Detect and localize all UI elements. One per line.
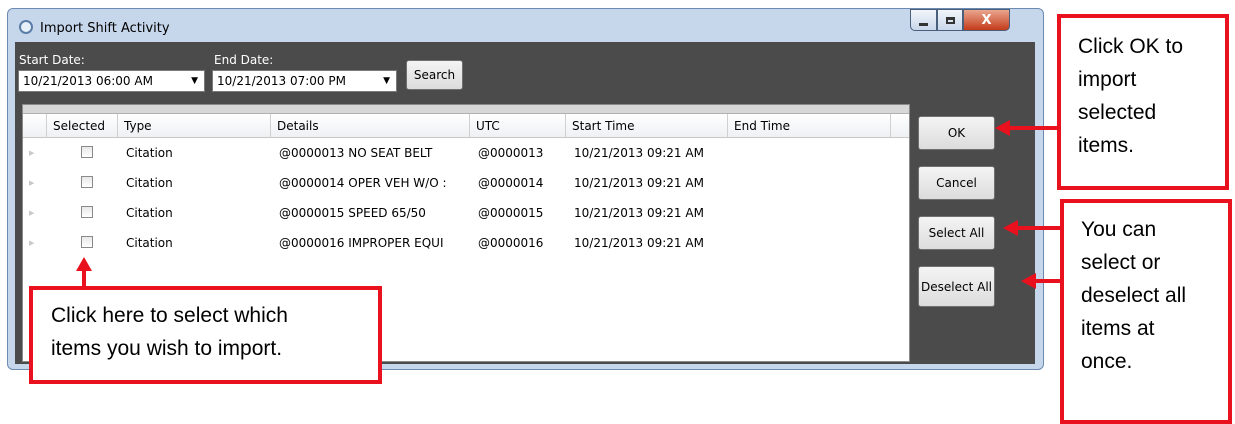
callout-line: Click here to select which	[51, 304, 288, 327]
cell-details: @0000013 NO SEAT BELT	[279, 146, 433, 160]
row-indicator-icon: ▶	[29, 179, 35, 187]
cell-utc: @0000014	[478, 176, 544, 190]
end-date-value: 10/21/2013 07:00 PM	[217, 74, 346, 88]
cell-utc: @0000015	[478, 206, 544, 220]
callout-line: You can	[1081, 218, 1157, 241]
callout-line: items at	[1081, 317, 1155, 340]
column-header-selected[interactable]: Selected	[47, 114, 118, 138]
cell-type: Citation	[126, 146, 173, 160]
cell-utc: @0000016	[478, 236, 544, 250]
minimize-button[interactable]	[910, 9, 937, 31]
cell-start-time: 10/21/2013 09:21 AM	[574, 206, 704, 220]
cell-type: Citation	[126, 236, 173, 250]
table-row[interactable]: ▶ Citation @0000015 SPEED 65/50 @0000015…	[23, 198, 909, 228]
callout-line: Click OK to	[1078, 35, 1184, 58]
chevron-down-icon: ▼	[383, 76, 390, 86]
start-date-value: 10/21/2013 06:00 AM	[23, 74, 153, 88]
cell-details: @0000016 IMPROPER EQUI	[279, 236, 444, 250]
cell-details: @0000014 OPER VEH W/O :	[279, 176, 447, 190]
close-icon: X	[981, 12, 992, 28]
cell-type: Citation	[126, 176, 173, 190]
row-indicator-icon: ▶	[29, 149, 35, 157]
ok-callout: Click OK to import selected items.	[1057, 14, 1229, 190]
start-date-select[interactable]: 10/21/2013 06:00 AM ▼	[18, 70, 205, 92]
callout-line: items you wish to import.	[51, 337, 283, 360]
select-all-button[interactable]: Select All	[918, 216, 995, 250]
table-row[interactable]: ▶ Citation @0000016 IMPROPER EQUI @00000…	[23, 228, 909, 258]
column-header-end-time[interactable]: End Time	[728, 114, 891, 138]
select-deselect-callout: You can select or deselect all items at …	[1060, 199, 1232, 424]
end-date-label: End Date:	[214, 53, 274, 67]
minimize-icon	[919, 22, 928, 26]
row-indicator-icon: ▶	[29, 239, 35, 247]
cell-type: Citation	[126, 206, 173, 220]
column-header-type[interactable]: Type	[118, 114, 271, 138]
column-header-start-time[interactable]: Start Time	[566, 114, 728, 138]
search-button[interactable]: Search	[406, 60, 463, 90]
cell-start-time: 10/21/2013 09:21 AM	[574, 146, 704, 160]
row-select-checkbox[interactable]	[81, 236, 93, 248]
app-icon	[19, 20, 33, 34]
column-header-utc[interactable]: UTC	[470, 114, 566, 138]
callout-line: once.	[1081, 350, 1133, 373]
row-select-checkbox[interactable]	[81, 206, 93, 218]
column-header-filler	[891, 114, 909, 138]
row-select-checkbox[interactable]	[81, 176, 93, 188]
cell-utc: @0000013	[478, 146, 544, 160]
maximize-icon	[945, 16, 955, 24]
ok-button[interactable]: OK	[918, 116, 995, 150]
close-button[interactable]: X	[963, 9, 1010, 31]
callout-line: deselect all	[1081, 284, 1187, 307]
checkbox-callout: Click here to select which items you wis…	[29, 286, 382, 384]
table-row[interactable]: ▶ Citation @0000013 NO SEAT BELT @000001…	[23, 138, 909, 168]
window-title: Import Shift Activity	[40, 21, 170, 36]
callout-line: import	[1078, 68, 1137, 91]
start-date-label: Start Date:	[19, 53, 85, 67]
row-select-checkbox[interactable]	[81, 146, 93, 158]
column-header-details[interactable]: Details	[271, 114, 470, 138]
callout-line: select or	[1081, 251, 1161, 274]
cell-start-time: 10/21/2013 09:21 AM	[574, 236, 704, 250]
callout-line: selected	[1078, 101, 1157, 124]
row-indicator-icon: ▶	[29, 209, 35, 217]
end-date-select[interactable]: 10/21/2013 07:00 PM ▼	[212, 70, 397, 92]
cell-start-time: 10/21/2013 09:21 AM	[574, 176, 704, 190]
grid-group-panel	[23, 105, 909, 114]
table-row[interactable]: ▶ Citation @0000014 OPER VEH W/O : @0000…	[23, 168, 909, 198]
deselect-all-button[interactable]: Deselect All	[918, 266, 995, 307]
cancel-button[interactable]: Cancel	[918, 166, 995, 200]
cell-details: @0000015 SPEED 65/50	[279, 206, 426, 220]
maximize-button[interactable]	[937, 9, 963, 31]
callout-line: items.	[1078, 134, 1135, 157]
title-bar: Import Shift Activity X	[8, 9, 1043, 43]
chevron-down-icon: ▼	[191, 76, 198, 86]
row-header-column	[23, 114, 47, 138]
